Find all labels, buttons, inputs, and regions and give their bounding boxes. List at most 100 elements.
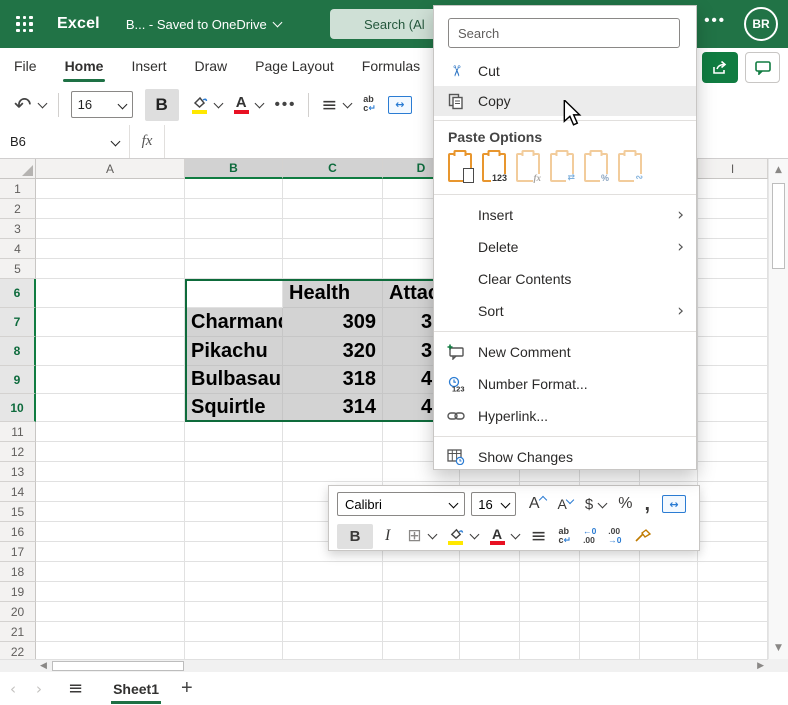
cell-B19[interactable] — [185, 582, 283, 602]
cell-I12[interactable] — [698, 442, 768, 462]
name-box[interactable]: B6 — [0, 125, 130, 158]
cell-E21[interactable] — [460, 622, 520, 642]
shrink-font-button[interactable]: A — [553, 496, 578, 512]
row-header-18[interactable]: 18 — [0, 562, 36, 582]
row-header-12[interactable]: 12 — [0, 442, 36, 462]
vertical-scroll-thumb[interactable] — [772, 183, 785, 269]
cell-F22[interactable] — [520, 642, 580, 659]
cell-D20[interactable] — [383, 602, 460, 622]
row-header-2[interactable]: 2 — [0, 199, 36, 219]
cell-I11[interactable] — [698, 422, 768, 442]
select-all-corner[interactable] — [0, 159, 36, 179]
cell-B21[interactable] — [185, 622, 283, 642]
cell-C7[interactable]: 309 — [283, 308, 383, 337]
cell-C1[interactable] — [283, 179, 383, 199]
cell-B10[interactable]: Squirtle — [185, 394, 283, 422]
row-header-14[interactable]: 14 — [0, 482, 36, 502]
cell-C11[interactable] — [283, 422, 383, 442]
cell-A3[interactable] — [36, 219, 185, 239]
cell-A22[interactable] — [36, 642, 185, 659]
font-size-select[interactable]: 16 — [71, 91, 133, 118]
cell-A11[interactable] — [36, 422, 185, 442]
merge-center-button[interactable]: ↔ — [388, 96, 412, 114]
cell-I6[interactable] — [698, 279, 768, 308]
mini-fill-color-button[interactable] — [443, 527, 483, 545]
borders-button[interactable]: ⊞ — [402, 526, 440, 546]
cell-I2[interactable] — [698, 199, 768, 219]
cell-B18[interactable] — [185, 562, 283, 582]
tab-file[interactable]: File — [0, 48, 51, 84]
cell-B22[interactable] — [185, 642, 283, 659]
add-sheet-button[interactable]: + — [181, 677, 193, 700]
cell-A17[interactable] — [36, 542, 185, 562]
cell-A15[interactable] — [36, 502, 185, 522]
cell-D19[interactable] — [383, 582, 460, 602]
mini-font-size-select[interactable]: 16 — [471, 492, 516, 516]
row-header-13[interactable]: 13 — [0, 462, 36, 482]
column-header-B[interactable]: B — [185, 159, 283, 179]
cell-H21[interactable] — [640, 622, 698, 642]
cell-B15[interactable] — [185, 502, 283, 522]
mini-italic-button[interactable]: I — [375, 527, 400, 545]
row-header-8[interactable]: 8 — [0, 337, 36, 366]
grow-font-button[interactable]: A — [524, 495, 551, 513]
cell-D22[interactable] — [383, 642, 460, 659]
cell-I19[interactable] — [698, 582, 768, 602]
cell-I14[interactable] — [698, 482, 768, 502]
menu-item-delete[interactable]: Delete › — [434, 231, 696, 263]
cell-I18[interactable] — [698, 562, 768, 582]
menu-item-hyperlink[interactable]: Hyperlink... — [434, 400, 696, 432]
cell-F21[interactable] — [520, 622, 580, 642]
cell-F18[interactable] — [520, 562, 580, 582]
cell-I5[interactable] — [698, 259, 768, 279]
cell-F20[interactable] — [520, 602, 580, 622]
cell-A20[interactable] — [36, 602, 185, 622]
cell-B9[interactable]: Bulbasaur — [185, 366, 283, 394]
mini-font-color-button[interactable]: A — [485, 528, 524, 545]
cell-I7[interactable] — [698, 308, 768, 337]
app-name[interactable]: Excel — [57, 15, 100, 33]
cell-C13[interactable] — [283, 462, 383, 482]
share-button[interactable] — [702, 52, 738, 83]
comma-format-button[interactable]: , — [639, 499, 655, 509]
paste-transpose-icon[interactable]: ⇄ — [550, 153, 574, 182]
menu-item-copy[interactable]: Copy — [434, 86, 696, 116]
wrap-text-button[interactable]: ab c↵ — [363, 95, 376, 114]
currency-format-button[interactable]: $ — [580, 496, 611, 513]
titlebar-more-button[interactable]: ••• — [704, 12, 726, 29]
cell-B17[interactable] — [185, 542, 283, 562]
cell-C21[interactable] — [283, 622, 383, 642]
cell-A10[interactable] — [36, 394, 185, 422]
menu-item-show-changes[interactable]: Show Changes — [434, 441, 696, 473]
cell-B8[interactable]: Pikachu — [185, 337, 283, 366]
cell-I4[interactable] — [698, 239, 768, 259]
row-header-6[interactable]: 6 — [0, 279, 36, 308]
cell-E20[interactable] — [460, 602, 520, 622]
mini-wrap-button[interactable]: ab c↵ — [554, 527, 577, 546]
cell-D18[interactable] — [383, 562, 460, 582]
cell-E22[interactable] — [460, 642, 520, 659]
cell-C12[interactable] — [283, 442, 383, 462]
cell-I3[interactable] — [698, 219, 768, 239]
tab-formulas[interactable]: Formulas — [348, 48, 434, 84]
avatar[interactable]: BR — [744, 7, 778, 41]
scroll-right-icon[interactable]: ▶ — [757, 661, 764, 671]
cell-B20[interactable] — [185, 602, 283, 622]
cell-I13[interactable] — [698, 462, 768, 482]
align-button[interactable]: ≡ — [321, 94, 351, 116]
fill-color-button[interactable] — [191, 95, 222, 114]
row-header-3[interactable]: 3 — [0, 219, 36, 239]
tab-home[interactable]: Home — [51, 48, 118, 84]
cell-A1[interactable] — [36, 179, 185, 199]
menu-item-cut[interactable]: ✂ Cut — [434, 56, 696, 86]
row-header-1[interactable]: 1 — [0, 179, 36, 199]
app-launcher-icon[interactable] — [16, 16, 33, 33]
cell-G20[interactable] — [580, 602, 640, 622]
cell-A2[interactable] — [36, 199, 185, 219]
cell-A5[interactable] — [36, 259, 185, 279]
tab-insert[interactable]: Insert — [117, 48, 180, 84]
row-header-17[interactable]: 17 — [0, 542, 36, 562]
font-name-select[interactable]: Calibri — [337, 492, 465, 516]
cell-B6[interactable] — [185, 279, 283, 308]
row-header-22[interactable]: 22 — [0, 642, 36, 659]
